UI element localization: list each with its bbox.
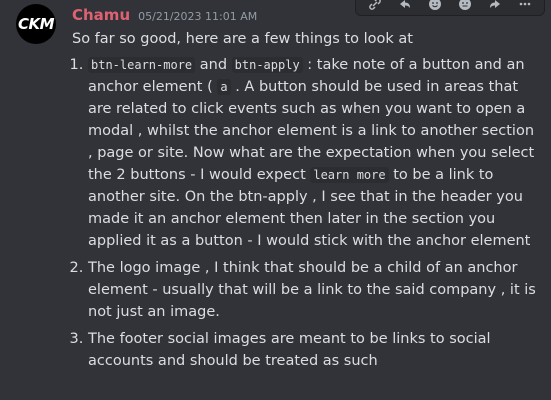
inline-code: learn more [310, 167, 389, 183]
message-toolbar [355, 0, 545, 16]
list-item: The footer social images are meant to be… [88, 328, 542, 372]
feedback-list: btn-learn-more and btn-apply : take note… [72, 54, 542, 372]
list-item-text: The logo image , I think that should be … [88, 260, 536, 320]
forward-icon[interactable] [482, 0, 508, 14]
message-content: So far so good, here are a few things to… [72, 28, 542, 377]
avatar-text: CKM [17, 15, 55, 33]
message-header: Chamu 05/21/2023 11:01 AM [72, 6, 257, 24]
message-intro: So far so good, here are a few things to… [72, 31, 413, 47]
list-item: btn-learn-more and btn-apply : take note… [88, 54, 542, 252]
emoji-icon[interactable] [422, 0, 448, 14]
more-options-icon[interactable] [512, 0, 538, 14]
timestamp: 05/21/2023 11:01 AM [138, 10, 258, 23]
message-avatar[interactable]: CKM [16, 4, 56, 44]
list-item: The logo image , I think that should be … [88, 257, 542, 323]
inline-code: btn-apply [231, 57, 303, 73]
username[interactable]: Chamu [72, 6, 130, 24]
reply-arrow-icon[interactable] [392, 0, 418, 14]
list-item-text: and [195, 57, 232, 73]
inline-code: a [217, 79, 231, 95]
emoji-add-icon[interactable] [452, 0, 478, 14]
list-item-text: The footer social images are meant to be… [88, 331, 491, 369]
inline-code: btn-learn-more [88, 57, 196, 73]
link-icon[interactable] [362, 0, 388, 14]
